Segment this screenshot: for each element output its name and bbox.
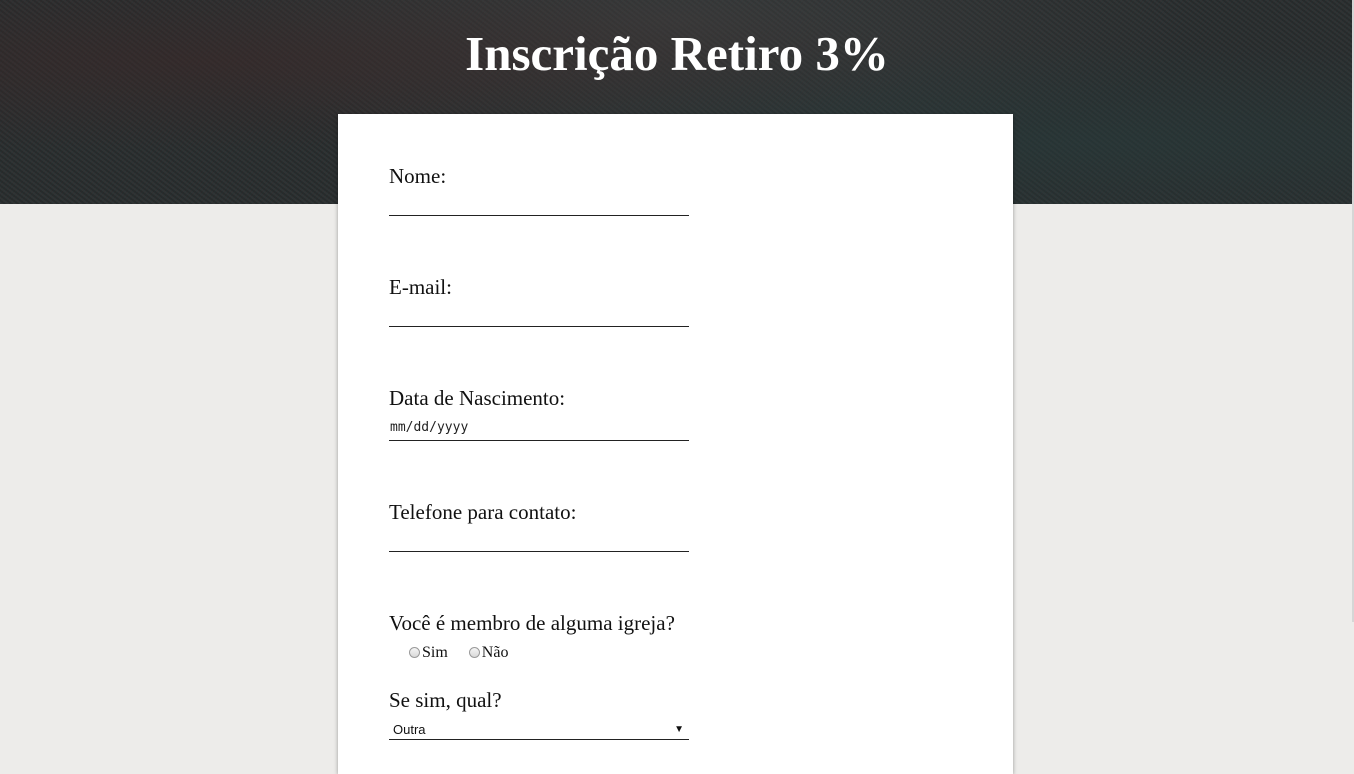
nome-input[interactable] <box>389 194 689 216</box>
igreja-select[interactable]: Outra ▼ <box>389 721 689 740</box>
radio-sim-label: Sim <box>422 644 448 661</box>
nascimento-label: Data de Nascimento: <box>389 386 566 410</box>
nascimento-date-input[interactable]: mm/dd/yyyy <box>389 419 689 441</box>
radio-option-nao[interactable]: Não <box>468 644 509 662</box>
radio-nao[interactable] <box>468 647 480 658</box>
membro-label: Você é membro de alguma igreja? <box>389 611 675 635</box>
radio-sim[interactable] <box>409 647 420 658</box>
radio-nao-label: Não <box>481 644 509 661</box>
igreja-select-value: Outra <box>393 722 426 737</box>
email-input[interactable] <box>389 305 689 327</box>
radio-option-sim[interactable]: Sim <box>409 644 448 662</box>
triangle-down-icon: ▼ <box>674 724 684 735</box>
email-label: E-mail: <box>389 275 452 299</box>
telefone-label: Telefone para contato: <box>389 500 577 524</box>
page-title: Inscrição Retiro 3% <box>465 26 889 81</box>
igreja-label: Se sim, qual? <box>389 688 502 712</box>
nome-label: Nome: <box>389 164 447 188</box>
telefone-input[interactable] <box>389 530 689 552</box>
registration-form: Nome: E-mail: Data de Nascimento: mm/dd/… <box>338 114 1013 774</box>
membro-radio-group: Sim Não <box>409 644 525 664</box>
